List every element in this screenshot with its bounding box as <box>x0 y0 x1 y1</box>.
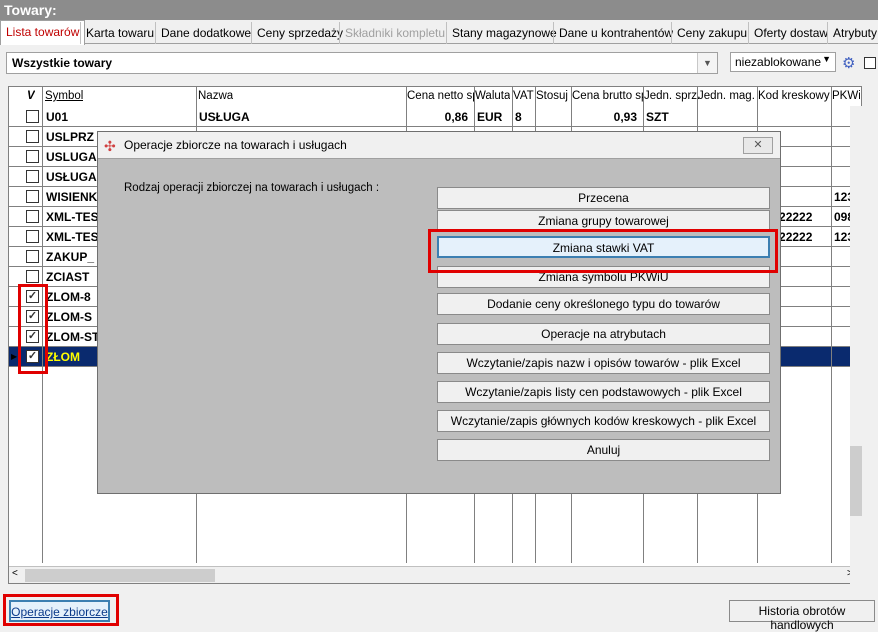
cell-nazwa: USŁUGA <box>199 110 250 124</box>
product-filter-value: Wszystkie towary <box>12 56 113 70</box>
filter-row: Wszystkie towary ▼ niezablokowane ▼ ⚙ <box>0 50 878 76</box>
option-checkbox[interactable] <box>864 57 876 69</box>
column-header-jedn-mag[interactable]: Jedn. mag. <box>698 87 755 107</box>
highlight-checked-rows <box>18 284 48 374</box>
table-row[interactable]: U01 USŁUGA 0,86 EUR 8 0,93 SZT <box>9 107 861 127</box>
operacje-atrybuty-button[interactable]: Operacje na atrybutach <box>437 323 770 345</box>
excel-kody-button[interactable]: Wczytanie/zapis głównych kodów kreskowyc… <box>437 410 770 432</box>
column-header-jedn-sprz[interactable]: Jedn. sprz. <box>644 87 700 107</box>
settings-icon[interactable]: ⚙ <box>842 54 860 72</box>
tab-atrybuty[interactable]: Atrybuty <box>827 22 878 44</box>
history-button[interactable]: Historia obrotów handlowych <box>729 600 875 632</box>
scrollbar-thumb[interactable] <box>25 569 215 582</box>
tab-bar: Lista towarów Karta towaru Dane dodatkow… <box>0 20 878 45</box>
chevron-down-icon: ▼ <box>822 54 831 64</box>
column-header-v[interactable]: V <box>27 87 35 107</box>
cell-cena-netto: 0,86 <box>444 110 468 124</box>
tab-dane-u-kontrahentow[interactable]: Dane u kontrahentów <box>553 22 678 44</box>
dodanie-ceny-button[interactable]: Dodanie ceny określonego typu do towarów <box>437 293 770 315</box>
cell-vat: 8 <box>515 110 522 124</box>
vertical-scrollbar-thumb[interactable] <box>850 446 862 516</box>
column-header-stosuj[interactable]: Stosuj c <box>536 87 572 107</box>
product-filter-select[interactable]: Wszystkie towary ▼ <box>6 52 718 74</box>
tab-ceny-sprzedazy[interactable]: Ceny sprzedaży <box>251 22 348 44</box>
row-checkbox[interactable] <box>26 250 39 263</box>
window-title: Towary: <box>0 0 878 20</box>
column-header-waluta[interactable]: Waluta <box>475 87 510 107</box>
tab-skladniki-kompletu: Składniki kompletu <box>339 22 450 44</box>
column-header-cena-brutto[interactable]: Cena brutto sp <box>572 87 644 107</box>
highlight-vat-button <box>428 229 778 273</box>
cell-cena-brutto: 0,93 <box>613 110 637 124</box>
dialog-title: Operacje zbiorcze na towarach i usługach <box>98 132 780 159</box>
cell-kod <box>759 107 831 127</box>
excel-nazwy-button[interactable]: Wczytanie/zapis nazw i opisów towarów - … <box>437 352 770 374</box>
dialog-prompt: Rodzaj operacji zbiorczej na towarach i … <box>124 182 380 194</box>
tab-lista-towarow[interactable]: Lista towarów <box>0 20 86 45</box>
current-row-indicator: ▶ <box>11 352 18 361</box>
row-checkbox[interactable] <box>26 130 39 143</box>
chevron-down-icon[interactable]: ▼ <box>697 53 717 73</box>
column-header-cena-netto[interactable]: Cena netto sp <box>407 87 475 107</box>
row-checkbox[interactable] <box>26 230 39 243</box>
cell-symbol: U01 <box>46 110 69 124</box>
app-icon: ✣ <box>104 138 116 154</box>
excel-ceny-button[interactable]: Wczytanie/zapis listy cen podstawowych -… <box>437 381 770 403</box>
row-checkbox[interactable] <box>26 150 39 163</box>
row-checkbox[interactable] <box>26 210 39 223</box>
przecena-button[interactable]: Przecena <box>437 187 770 209</box>
column-header-nazwa[interactable]: Nazwa <box>198 87 233 107</box>
tab-dane-dodatkowe[interactable]: Dane dodatkowe <box>155 22 256 44</box>
row-checkbox[interactable] <box>26 190 39 203</box>
close-icon[interactable]: ✕ <box>743 137 773 154</box>
highlight-bulk-button <box>3 594 119 626</box>
tab-stany-magazynowe[interactable]: Stany magazynowe <box>446 22 562 44</box>
column-header-symbol[interactable]: Symbol <box>45 87 83 107</box>
column-header-vat[interactable]: VAT <box>513 87 534 107</box>
tab-oferty-dostaw[interactable]: Oferty dostaw <box>748 22 833 44</box>
column-header-pkwiu[interactable]: PKWi <box>832 87 860 107</box>
cell-jedn: SZT <box>646 110 669 124</box>
cell-waluta: EUR <box>477 110 503 124</box>
chevron-left-icon[interactable]: < <box>12 568 18 579</box>
row-checkbox[interactable] <box>26 110 39 123</box>
column-header-kod[interactable]: Kod kreskowy <box>758 87 830 107</box>
horizontal-scrollbar[interactable]: < > <box>9 566 861 583</box>
tab-karta-towaru[interactable]: Karta towaru <box>80 22 159 44</box>
row-checkbox[interactable] <box>26 270 39 283</box>
status-filter-value: niezablokowane <box>735 55 822 69</box>
tab-ceny-zakupu[interactable]: Ceny zakupu <box>671 22 752 44</box>
anuluj-button[interactable]: Anuluj <box>437 439 770 461</box>
status-filter-select[interactable]: niezablokowane ▼ <box>730 52 836 72</box>
row-checkbox[interactable] <box>26 170 39 183</box>
bulk-operations-dialog: Operacje zbiorcze na towarach i usługach… <box>97 131 781 494</box>
